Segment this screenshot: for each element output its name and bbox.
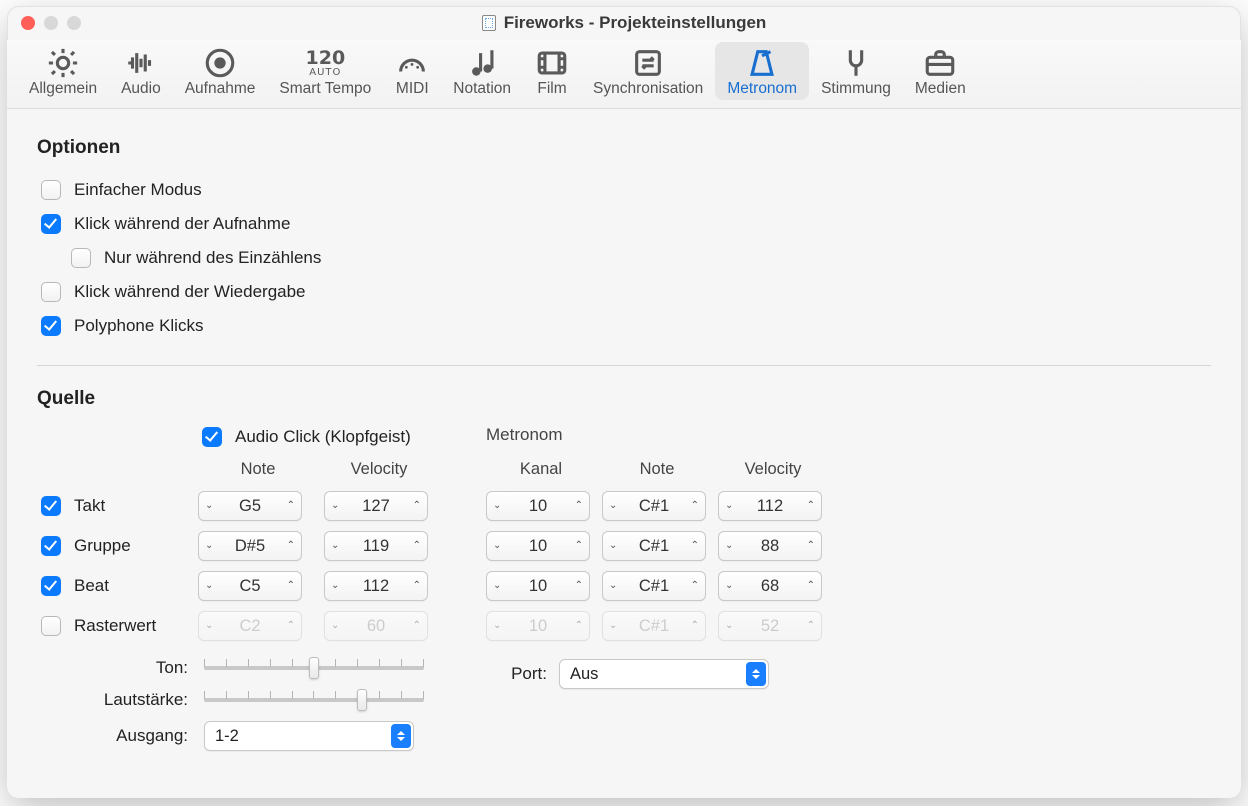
hdr-note-audio: Note bbox=[198, 460, 318, 481]
slider-ton[interactable] bbox=[204, 657, 424, 679]
tab-stimmung[interactable]: Stimmung bbox=[809, 42, 903, 100]
stepper-gruppe-mnote[interactable]: ⌄C#1⌃ bbox=[602, 531, 706, 561]
label-audio-click: Audio Click (Klopfgeist) bbox=[235, 427, 411, 447]
label-einfacher-modus: Einfacher Modus bbox=[74, 180, 202, 200]
hdr-velocity-midi: Velocity bbox=[718, 460, 828, 481]
film-icon bbox=[535, 46, 569, 80]
metronome-icon bbox=[745, 46, 779, 80]
stepper-raster-mvel: ⌄52⌃ bbox=[718, 611, 822, 641]
close-window-button[interactable] bbox=[21, 16, 35, 30]
quelle-heading: Quelle bbox=[37, 388, 1211, 410]
label-rasterwert: Rasterwert bbox=[74, 616, 156, 636]
checkbox-audio-click[interactable] bbox=[202, 427, 222, 447]
chevron-updown-icon bbox=[746, 662, 766, 686]
midi-metronom-header: Metronom bbox=[486, 425, 828, 449]
gear-icon bbox=[46, 46, 80, 80]
window-title: Fireworks - Projekteinstellungen bbox=[504, 13, 767, 33]
midi-icon bbox=[395, 46, 429, 80]
waveform-icon bbox=[124, 46, 158, 80]
label-gruppe: Gruppe bbox=[74, 536, 131, 556]
stepper-beat-kanal[interactable]: ⌄10⌃ bbox=[486, 571, 590, 601]
record-icon bbox=[203, 46, 237, 80]
label-polyphone: Polyphone Klicks bbox=[74, 316, 203, 336]
stepper-raster-note: ⌄C2⌃ bbox=[198, 611, 302, 641]
checkbox-klick-aufnahme[interactable] bbox=[41, 214, 61, 234]
optionen-heading: Optionen bbox=[37, 137, 1211, 159]
checkbox-polyphone[interactable] bbox=[41, 316, 61, 336]
stepper-beat-vel[interactable]: ⌄112⌃ bbox=[324, 571, 428, 601]
zoom-window-button[interactable] bbox=[67, 16, 81, 30]
checkbox-nur-einzaehlen[interactable] bbox=[71, 248, 91, 268]
tab-allgemein[interactable]: Allgemein bbox=[17, 42, 109, 100]
label-ton: Ton: bbox=[37, 658, 192, 678]
select-port[interactable]: Aus bbox=[559, 659, 769, 689]
slider-lautstaerke[interactable] bbox=[204, 689, 424, 711]
chevron-updown-icon bbox=[391, 724, 411, 748]
stepper-beat-mnote[interactable]: ⌄C#1⌃ bbox=[602, 571, 706, 601]
label-beat: Beat bbox=[74, 576, 109, 596]
stepper-raster-kanal: ⌄10⌃ bbox=[486, 611, 590, 641]
tuning-fork-icon bbox=[839, 46, 873, 80]
checkbox-takt[interactable] bbox=[41, 496, 61, 516]
stepper-beat-note[interactable]: ⌄C5⌃ bbox=[198, 571, 302, 601]
tab-film[interactable]: Film bbox=[523, 42, 581, 100]
briefcase-icon bbox=[923, 46, 957, 80]
label-nur-einzaehlen: Nur während des Einzählens bbox=[104, 248, 321, 268]
hdr-velocity-audio: Velocity bbox=[324, 460, 434, 481]
checkbox-klick-wiedergabe[interactable] bbox=[41, 282, 61, 302]
tab-medien[interactable]: Medien bbox=[903, 42, 978, 100]
stepper-takt-mvel[interactable]: ⌄112⌃ bbox=[718, 491, 822, 521]
tab-audio[interactable]: Audio bbox=[109, 42, 173, 100]
notation-icon bbox=[465, 46, 499, 80]
sync-icon bbox=[631, 46, 665, 80]
tab-midi[interactable]: MIDI bbox=[383, 42, 441, 100]
tempo-icon: 120 AUTO bbox=[306, 46, 346, 80]
label-klick-wiedergabe: Klick während der Wiedergabe bbox=[74, 282, 306, 302]
checkbox-einfacher-modus[interactable] bbox=[41, 180, 61, 200]
tab-aufnahme[interactable]: Aufnahme bbox=[173, 42, 268, 100]
minimize-window-button[interactable] bbox=[44, 16, 58, 30]
document-icon bbox=[482, 15, 496, 31]
label-ausgang: Ausgang: bbox=[37, 726, 192, 746]
stepper-takt-note[interactable]: ⌄G5⌃ bbox=[198, 491, 302, 521]
stepper-takt-vel[interactable]: ⌄127⌃ bbox=[324, 491, 428, 521]
content: Optionen Einfacher Modus Klick während d… bbox=[7, 109, 1241, 798]
traffic-lights bbox=[21, 16, 81, 30]
stepper-gruppe-vel[interactable]: ⌄119⌃ bbox=[324, 531, 428, 561]
select-ausgang[interactable]: 1-2 bbox=[204, 721, 414, 751]
stepper-gruppe-note[interactable]: ⌄D#5⌃ bbox=[198, 531, 302, 561]
label-takt: Takt bbox=[74, 496, 105, 516]
stepper-beat-mvel[interactable]: ⌄68⌃ bbox=[718, 571, 822, 601]
stepper-raster-mnote: ⌄C#1⌃ bbox=[602, 611, 706, 641]
tab-synchronisation[interactable]: Synchronisation bbox=[581, 42, 715, 100]
checkbox-gruppe[interactable] bbox=[41, 536, 61, 556]
quelle-grid: Audio Click (Klopfgeist) Metronom Note V… bbox=[37, 424, 1211, 641]
label-klick-aufnahme: Klick während der Aufnahme bbox=[74, 214, 290, 234]
label-port: Port: bbox=[497, 664, 547, 684]
stepper-gruppe-mvel[interactable]: ⌄88⌃ bbox=[718, 531, 822, 561]
label-lautstaerke: Lautstärke: bbox=[37, 690, 192, 710]
settings-window: Fireworks - Projekteinstellungen Allgeme… bbox=[7, 6, 1241, 798]
tab-metronom[interactable]: Metronom bbox=[715, 42, 809, 100]
stepper-gruppe-kanal[interactable]: ⌄10⌃ bbox=[486, 531, 590, 561]
tab-notation[interactable]: Notation bbox=[441, 42, 523, 100]
titlebar: Fireworks - Projekteinstellungen bbox=[7, 6, 1241, 40]
stepper-takt-kanal[interactable]: ⌄10⌃ bbox=[486, 491, 590, 521]
checkbox-rasterwert[interactable] bbox=[41, 616, 61, 636]
hdr-note-midi: Note bbox=[602, 460, 712, 481]
toolbar: Allgemein Audio Aufnahme 120 AUTO Smart … bbox=[7, 40, 1241, 109]
stepper-raster-vel: ⌄60⌃ bbox=[324, 611, 428, 641]
hdr-kanal: Kanal bbox=[486, 460, 596, 481]
stepper-takt-mnote[interactable]: ⌄C#1⌃ bbox=[602, 491, 706, 521]
tab-smart-tempo[interactable]: 120 AUTO Smart Tempo bbox=[267, 42, 383, 100]
checkbox-beat[interactable] bbox=[41, 576, 61, 596]
